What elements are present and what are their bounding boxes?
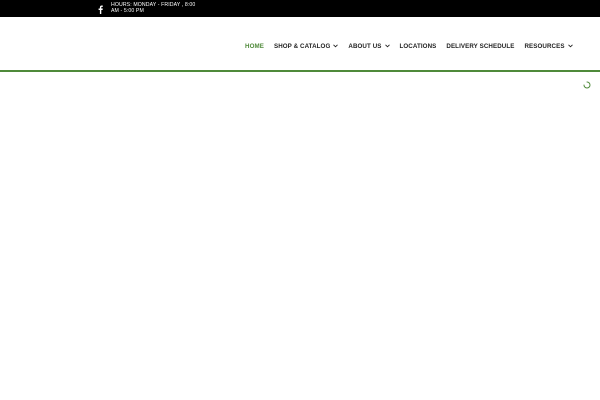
business-hours: HOURS: MONDAY - FRIDAY , 8:00 AM - 5:00 … [111, 2, 196, 15]
nav-label: RESOURCES [524, 42, 565, 50]
facebook-icon [98, 5, 103, 14]
nav-label: HOME [245, 42, 264, 50]
chevron-down-icon [384, 44, 390, 48]
nav-item-about-us[interactable]: ABOUT US [348, 42, 390, 50]
nav-item-resources[interactable]: RESOURCES [524, 42, 573, 50]
header-divider [0, 70, 600, 72]
facebook-link[interactable] [96, 4, 104, 14]
nav-item-delivery-schedule[interactable]: DELIVERY SCHEDULE [446, 43, 514, 50]
nav-label: SHOP & CATALOG [273, 42, 331, 50]
chevron-down-icon [333, 44, 339, 48]
main-navigation: HOME SHOP & CATALOG ABOUT US LOCATIONS D… [245, 41, 573, 51]
loading-spinner-icon [583, 81, 591, 89]
nav-item-locations[interactable]: LOCATIONS [400, 43, 437, 50]
chevron-down-icon [567, 44, 573, 48]
nav-label: DELIVERY SCHEDULE [446, 42, 515, 50]
nav-item-home[interactable]: HOME [245, 43, 264, 50]
nav-label: ABOUT US [348, 42, 382, 50]
nav-label: LOCATIONS [399, 42, 437, 50]
top-bar: HOURS: MONDAY - FRIDAY , 8:00 AM - 5:00 … [0, 0, 600, 17]
nav-item-shop-catalog[interactable]: SHOP & CATALOG [273, 42, 339, 50]
